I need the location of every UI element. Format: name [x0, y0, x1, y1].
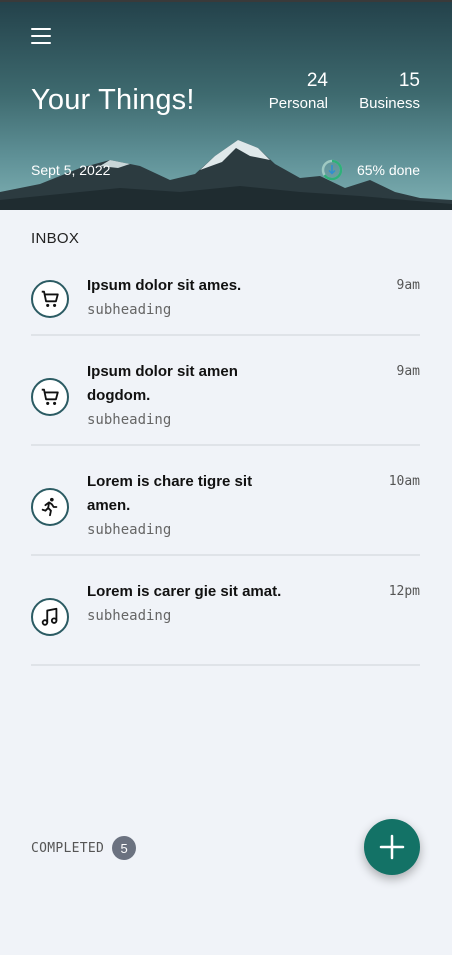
stat-personal-count: 24 — [306, 70, 328, 91]
stat-business-count: 15 — [398, 70, 420, 91]
page-title: Your Things! — [31, 84, 195, 116]
menu-icon — [31, 28, 51, 30]
stat-business: 15 Business — [359, 70, 420, 112]
item-subheading: subheading — [87, 302, 172, 318]
header-hero: Your Things! 24 Personal 15 Business Sep… — [0, 0, 452, 210]
list-item[interactable]: Lorem is chare tigre sit amen. subheadin… — [31, 446, 420, 556]
music-icon — [31, 598, 69, 636]
list-item[interactable]: Ipsum dolor sit amen dogdom. subheading … — [31, 336, 420, 446]
date-label: Sept 5, 2022 — [31, 162, 111, 178]
stat-personal: 24 Personal — [269, 70, 328, 112]
menu-button[interactable] — [31, 28, 51, 44]
stat-business-label: Business — [359, 95, 420, 112]
item-title: Lorem is carer gie sit amat. — [87, 583, 282, 600]
item-subheading: subheading — [87, 608, 172, 624]
item-time: 12pm — [388, 584, 420, 599]
cart-icon — [31, 378, 69, 416]
inbox-list: Ipsum dolor sit ames. subheading 9am Ips… — [31, 260, 420, 666]
progress-label: 65% done — [356, 162, 420, 178]
completed-toggle[interactable]: COMPLETED 5 — [31, 836, 137, 860]
completed-label: COMPLETED — [31, 840, 105, 856]
completed-count-badge: 5 — [112, 836, 137, 860]
item-time: 10am — [388, 474, 420, 489]
item-title: Ipsum dolor sit ames. — [87, 277, 242, 294]
item-time: 9am — [396, 364, 420, 379]
item-subheading: subheading — [87, 522, 172, 538]
progress-ring-icon — [321, 159, 343, 181]
item-time: 9am — [396, 278, 420, 293]
cart-icon — [31, 280, 69, 318]
stat-personal-label: Personal — [268, 95, 328, 112]
item-title: Lorem is chare tigre sit amen. — [87, 473, 253, 514]
add-item-button[interactable] — [364, 819, 420, 875]
item-subheading: subheading — [87, 412, 172, 428]
running-icon — [31, 488, 69, 526]
list-item[interactable]: Ipsum dolor sit ames. subheading 9am — [31, 260, 420, 336]
list-item[interactable]: Lorem is carer gie sit amat. subheading … — [31, 556, 420, 666]
item-title: Ipsum dolor sit amen dogdom. — [87, 363, 238, 404]
plus-icon — [379, 834, 405, 860]
inbox-heading: INBOX — [31, 230, 80, 247]
progress-indicator: 65% done — [321, 159, 420, 181]
window-topbar — [0, 0, 452, 2]
